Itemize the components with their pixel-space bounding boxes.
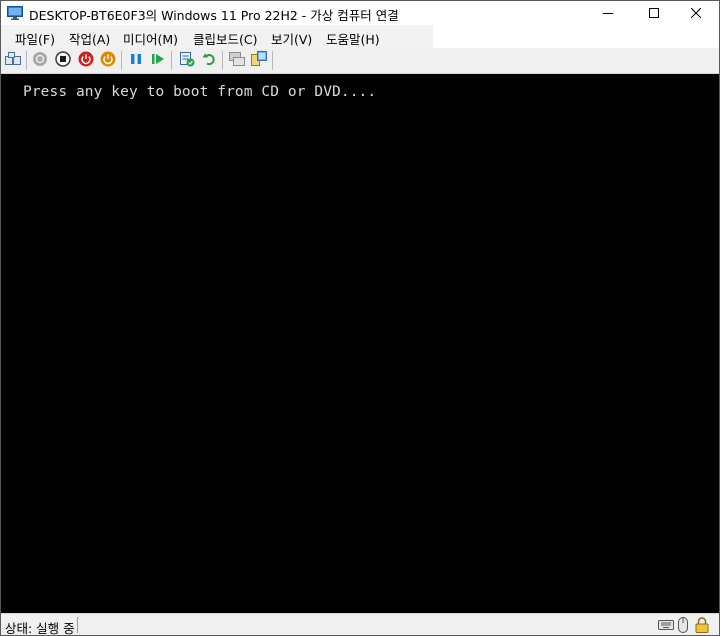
- vm-console-screen[interactable]: Press any key to boot from CD or DVD....: [1, 74, 719, 613]
- menu-media[interactable]: 미디어(M): [123, 29, 178, 48]
- toolbar-separator: [272, 51, 273, 70]
- share-button[interactable]: [251, 50, 267, 70]
- maximize-icon: [649, 8, 659, 18]
- vm-connection-window: DESKTOP-BT6E0F3의 Windows 11 Pro 22H2 - 가…: [0, 0, 720, 636]
- close-icon: [691, 8, 701, 18]
- checkpoint-icon: [179, 51, 195, 70]
- minimize-button[interactable]: [585, 1, 631, 25]
- menu-bar: 파일(F) 작업(A) 미디어(M) 클립보드(C) 보기(V) 도움말(H): [1, 25, 719, 48]
- turn-off-button[interactable]: [55, 50, 71, 70]
- resume-button[interactable]: [150, 52, 166, 68]
- title-bar[interactable]: DESKTOP-BT6E0F3의 Windows 11 Pro 22H2 - 가…: [1, 1, 719, 25]
- pause-icon: [128, 51, 144, 70]
- menu-help[interactable]: 도움말(H): [326, 29, 380, 48]
- share-icon: [251, 50, 267, 70]
- maximize-button[interactable]: [631, 1, 677, 25]
- status-text: 상태: 실행 중: [5, 621, 75, 636]
- resume-icon: [150, 51, 166, 70]
- start-icon: [32, 51, 48, 70]
- vm-monitor-icon: [7, 6, 23, 20]
- window-title: DESKTOP-BT6E0F3의 Windows 11 Pro 22H2 - 가…: [29, 8, 399, 23]
- enhanced-session-icon: [229, 51, 245, 70]
- shutdown-icon: [78, 51, 94, 70]
- revert-button[interactable]: [201, 52, 217, 68]
- toolbar: [1, 48, 719, 74]
- save-state-icon: [100, 51, 116, 70]
- menu-action[interactable]: 작업(A): [69, 29, 110, 48]
- toolbar-separator: [121, 51, 122, 70]
- toolbar-separator: [26, 51, 27, 70]
- ctrl-alt-del-button[interactable]: [5, 51, 21, 69]
- enhanced-session-button[interactable]: [229, 51, 245, 70]
- lock-icon: [695, 617, 709, 635]
- save-button[interactable]: [100, 51, 116, 70]
- toolbar-separator: [222, 51, 223, 70]
- close-button[interactable]: [673, 1, 719, 25]
- toolbar-separator: [171, 51, 172, 70]
- menu-strip: 파일(F) 작업(A) 미디어(M) 클립보드(C) 보기(V) 도움말(H): [1, 25, 433, 48]
- keyboard-icon: [658, 618, 674, 635]
- boot-message: Press any key to boot from CD or DVD....: [23, 84, 377, 100]
- revert-icon: [201, 51, 217, 70]
- menu-clipboard[interactable]: 클립보드(C): [193, 29, 257, 48]
- checkpoint-button[interactable]: [179, 51, 195, 70]
- shut-down-button[interactable]: [78, 51, 94, 70]
- pause-button[interactable]: [128, 52, 144, 68]
- keyboard-icon: [5, 51, 21, 69]
- menu-view[interactable]: 보기(V): [271, 29, 312, 48]
- stop-icon: [55, 50, 71, 70]
- status-separator: [77, 617, 78, 633]
- mouse-icon: [678, 617, 688, 635]
- menu-file[interactable]: 파일(F): [15, 29, 55, 48]
- status-bar: 상태: 실행 중: [1, 613, 719, 636]
- start-button[interactable]: [32, 51, 48, 70]
- minimize-icon: [603, 8, 613, 18]
